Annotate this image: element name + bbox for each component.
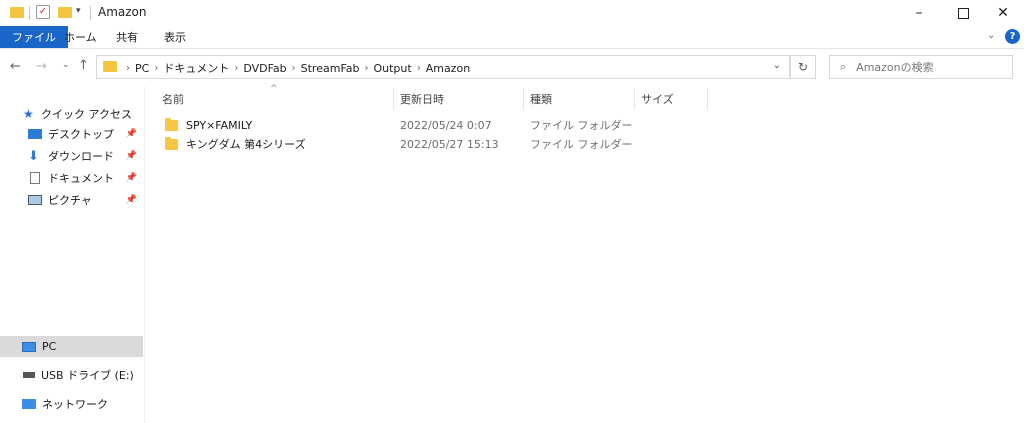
expand-ribbon-icon[interactable]: ⌄ [987, 30, 995, 41]
pin-icon[interactable]: 📌 [126, 129, 137, 139]
table-row[interactable]: キングダム 第4シリーズ 2022/05/27 15:13 ファイル フォルダー [160, 135, 660, 153]
chevron-right-icon[interactable]: › [126, 63, 130, 74]
nav-label: デスクトップ [48, 128, 114, 141]
up-arrow-icon[interactable]: ↑ [78, 58, 89, 73]
file-name-cell: SPY×FAMILY [165, 116, 252, 134]
nav-usb-drive[interactable]: USB ドライブ (E:) [0, 365, 143, 385]
table-row[interactable]: SPY×FAMILY 2022/05/24 0:07 ファイル フォルダー [160, 116, 660, 134]
minimize-button[interactable]: – [896, 0, 942, 26]
breadcrumb-output[interactable]: Output [373, 62, 411, 75]
nav-downloads[interactable]: ⬇ ダウンロード 📌 [0, 146, 143, 166]
nav-pictures[interactable]: ピクチャ 📌 [0, 190, 143, 210]
file-type: ファイル フォルダー [530, 119, 633, 132]
properties-icon[interactable]: ✓ [36, 5, 50, 19]
refresh-icon: ↻ [797, 60, 809, 74]
breadcrumb-amazon[interactable]: Amazon [426, 62, 470, 75]
column-header-type[interactable]: 種類 [530, 88, 632, 110]
column-separator[interactable] [707, 88, 708, 110]
usb-drive-icon [23, 372, 35, 378]
folder-icon [165, 117, 178, 131]
customize-quick-access-icon[interactable]: ▾ [76, 6, 81, 16]
chevron-right-icon[interactable]: › [154, 63, 158, 74]
nav-label: クイック アクセス [41, 108, 132, 121]
breadcrumb-pc[interactable]: PC [135, 62, 149, 75]
breadcrumb: › PC › ドキュメント › DVDFab › StreamFab › Out… [121, 60, 470, 76]
forward-arrow-icon[interactable]: → [36, 59, 47, 74]
ribbon-tabs: ファイル ホーム 共有 表示 ⌄ ? [0, 26, 1024, 48]
column-header-size[interactable]: サイズ [641, 88, 706, 110]
file-modified: 2022/05/24 0:07 [400, 118, 492, 132]
new-folder-icon[interactable] [58, 7, 72, 18]
column-separator[interactable] [523, 88, 524, 110]
window-title: Amazon [98, 5, 147, 19]
address-bar[interactable]: › PC › ドキュメント › DVDFab › StreamFab › Out… [96, 55, 790, 79]
breadcrumb-documents[interactable]: ドキュメント [163, 60, 229, 76]
star-icon: ★ [23, 107, 34, 121]
search-box[interactable]: ⌕ Amazonの検索 [829, 55, 1013, 79]
navigation-pane: ★ クイック アクセス デスクトップ 📌 ⬇ ダウンロード 📌 ドキュメント 📌… [0, 86, 144, 423]
recent-locations-icon[interactable]: ⌄ [62, 60, 70, 70]
refresh-button[interactable]: ↻ [790, 55, 816, 79]
help-icon[interactable]: ? [1005, 29, 1020, 44]
address-dropdown-icon[interactable]: ⌄ [773, 60, 781, 71]
chevron-right-icon[interactable]: › [292, 63, 296, 74]
nav-label: ダウンロード [48, 150, 114, 163]
nav-desktop[interactable]: デスクトップ 📌 [0, 124, 143, 144]
folder-icon [165, 136, 178, 150]
file-name: SPY×FAMILY [186, 118, 253, 132]
document-icon [30, 172, 40, 184]
separator [29, 6, 30, 20]
file-modified: 2022/05/27 15:13 [400, 137, 499, 151]
nav-label: ネットワーク [42, 398, 108, 411]
nav-label: PC [42, 340, 57, 353]
column-header-name[interactable]: 名前 [162, 88, 392, 110]
breadcrumb-dvdfab[interactable]: DVDFab [243, 62, 286, 75]
divider [144, 86, 145, 423]
chevron-right-icon[interactable]: › [234, 63, 238, 74]
pictures-icon [28, 195, 42, 205]
column-header-modified[interactable]: 更新日時 [400, 88, 522, 110]
separator [90, 6, 91, 20]
back-arrow-icon[interactable]: ← [10, 59, 21, 74]
file-type: ファイル フォルダー [530, 138, 633, 151]
desktop-icon [28, 129, 42, 139]
close-button[interactable]: ✕ [980, 0, 1024, 26]
pin-icon[interactable]: 📌 [126, 173, 137, 183]
network-icon [22, 399, 36, 409]
nav-pc[interactable]: PC [0, 336, 143, 357]
title-bar: ✓ ▾ Amazon – ✕ [0, 0, 1024, 26]
chevron-right-icon[interactable]: › [417, 63, 421, 74]
column-separator[interactable] [634, 88, 635, 110]
search-icon: ⌕ [840, 60, 847, 73]
nav-documents[interactable]: ドキュメント 📌 [0, 168, 143, 188]
file-name-cell: キングダム 第4シリーズ [165, 135, 306, 153]
folder-icon[interactable] [10, 7, 24, 18]
file-name: キングダム 第4シリーズ [186, 138, 306, 151]
nav-quick-access[interactable]: ★ クイック アクセス [0, 104, 143, 124]
column-separator[interactable] [393, 88, 394, 110]
pin-icon[interactable]: 📌 [126, 151, 137, 161]
nav-label: ドキュメント [48, 172, 114, 185]
folder-icon [103, 61, 117, 72]
nav-label: ピクチャ [48, 194, 92, 207]
nav-network[interactable]: ネットワーク [0, 394, 143, 414]
nav-label: USB ドライブ (E:) [41, 369, 134, 382]
tab-view[interactable]: 表示 [152, 26, 198, 48]
download-icon: ⬇ [28, 148, 39, 164]
computer-icon [22, 341, 36, 352]
divider [0, 48, 1024, 49]
tab-share[interactable]: 共有 [104, 26, 150, 48]
tab-home[interactable]: ホーム [52, 26, 109, 48]
pin-icon[interactable]: 📌 [126, 195, 137, 205]
chevron-right-icon[interactable]: › [364, 63, 368, 74]
search-input[interactable]: Amazonの検索 [856, 59, 933, 75]
breadcrumb-streamfab[interactable]: StreamFab [301, 62, 360, 75]
